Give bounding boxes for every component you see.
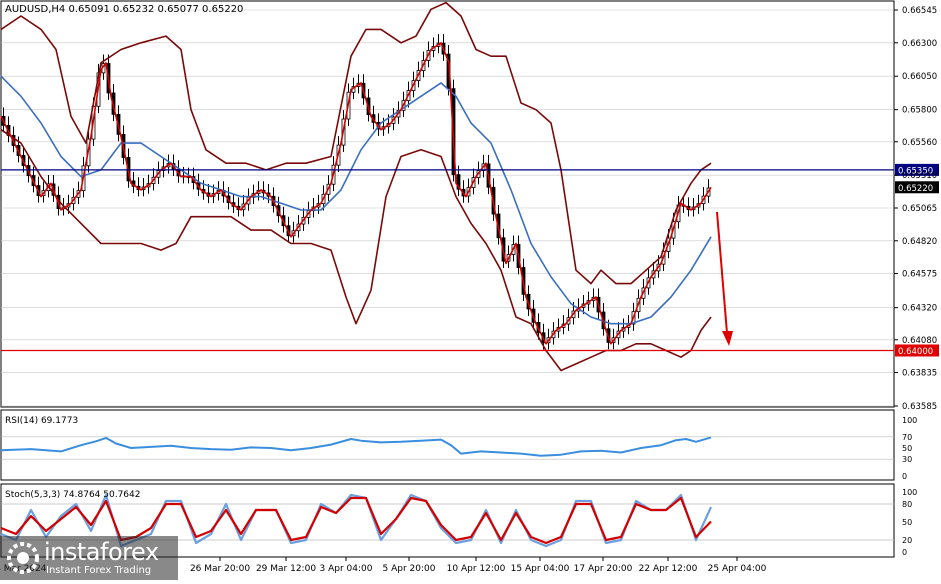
time-tick-label: 29 Mar 12:00	[256, 564, 316, 574]
price-tick-label: 0.66545	[902, 6, 937, 16]
support-level-label: 0.64000	[898, 347, 933, 357]
time-tick-label: 17 Apr 20:00	[574, 564, 633, 574]
price-tick-label: 0.66300	[902, 39, 937, 49]
price-tick-label: 0.65800	[902, 106, 937, 116]
time-tick-label: 5 Apr 20:00	[383, 564, 436, 574]
rsi-tick-label: 100	[902, 416, 917, 425]
price-tick-label: 0.66050	[902, 72, 937, 82]
stoch-tick-label: 80	[902, 500, 912, 509]
rsi-tick-label: 70	[902, 433, 912, 442]
price-tick-label: 0.65560	[902, 138, 937, 148]
time-tick-label: 3 Apr 04:00	[320, 564, 373, 574]
time-tick-label: 15 Apr 04:00	[511, 564, 570, 574]
time-tick-label: 10 Apr 12:00	[447, 564, 506, 574]
time-tick-label: 26 Mar 20:00	[190, 564, 250, 574]
price-tick-label: 0.64080	[902, 336, 937, 346]
time-tick-label: 25 Apr 04:00	[708, 564, 767, 574]
watermark: instaforex Instant Forex Trading	[0, 536, 178, 580]
stoch-tick-label: 20	[902, 536, 912, 545]
current-price-label: 0.65220	[898, 184, 933, 194]
price-tick-label: 0.63835	[902, 369, 937, 379]
stoch-tick-label: 100	[902, 488, 917, 497]
watermark-brand: instaforex	[44, 538, 159, 566]
stoch-tick-label: 50	[902, 518, 912, 527]
price-tick-label: 0.63585	[902, 402, 937, 412]
price-tick-label: 0.64320	[902, 304, 937, 314]
watermark-tagline: Instant Forex Trading	[46, 565, 152, 576]
rsi-label: RSI(14) 69.1773	[5, 416, 78, 426]
rsi-tick-label: 50	[902, 444, 912, 453]
rsi-tick-label: 30	[902, 455, 912, 464]
stoch-label: Stoch(5,3,3) 74.8764 50.7642	[5, 490, 140, 500]
rsi-tick-label: 0	[902, 472, 907, 481]
price-tick-label: 0.65310	[902, 171, 937, 181]
rsi-panel[interactable]	[0, 409, 895, 481]
stoch-tick-label: 0	[902, 548, 907, 557]
price-tick-label: 0.64820	[902, 237, 937, 247]
trading-chart[interactable]: 0.653500.640000.65220 0.665450.663000.66…	[0, 0, 941, 580]
price-tick-label: 0.65065	[902, 204, 937, 214]
time-tick-label: 22 Apr 12:00	[639, 564, 698, 574]
symbol-header: AUDUSD,H4 0.65091 0.65232 0.65077 0.6522…	[5, 4, 243, 15]
price-axis: 0.66545 0.66300 0.66050 0.65800 0.65560 0.653…	[894, 6, 937, 557]
price-tick-label: 0.64575	[902, 270, 937, 280]
